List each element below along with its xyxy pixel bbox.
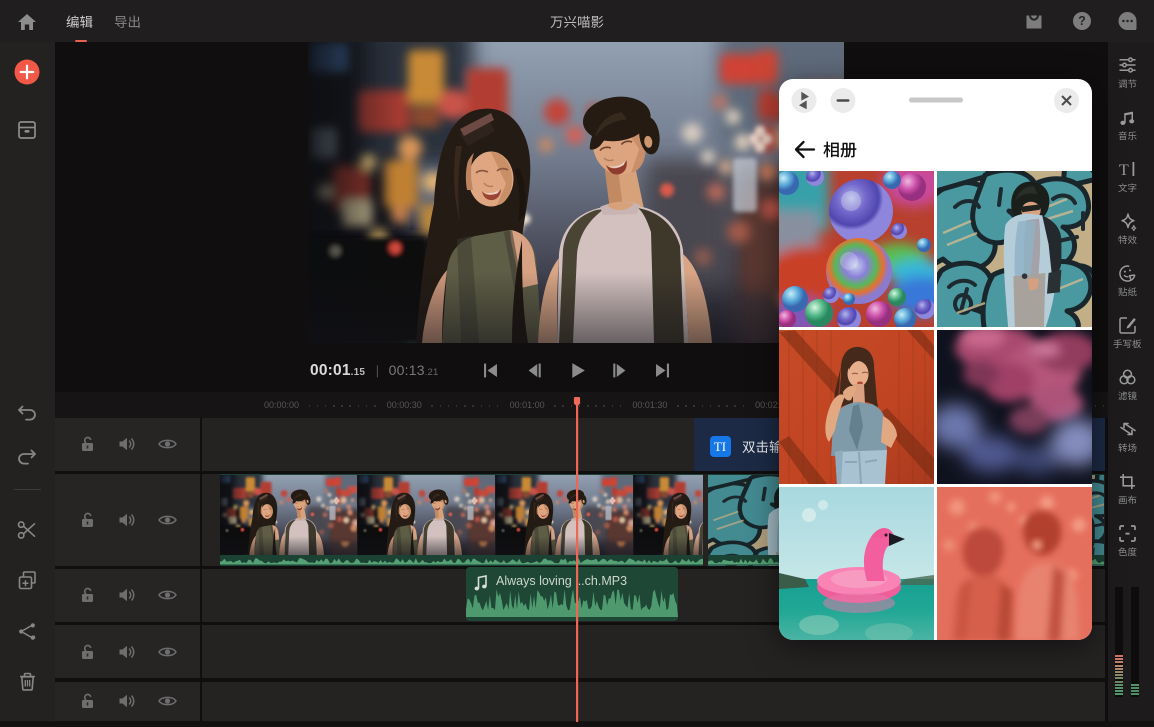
svg-text:?: ? [1078,14,1086,28]
svg-text:T: T [1119,162,1129,177]
svg-text:Always loving ..ch.MP3: Always loving ..ch.MP3 [496,574,627,588]
